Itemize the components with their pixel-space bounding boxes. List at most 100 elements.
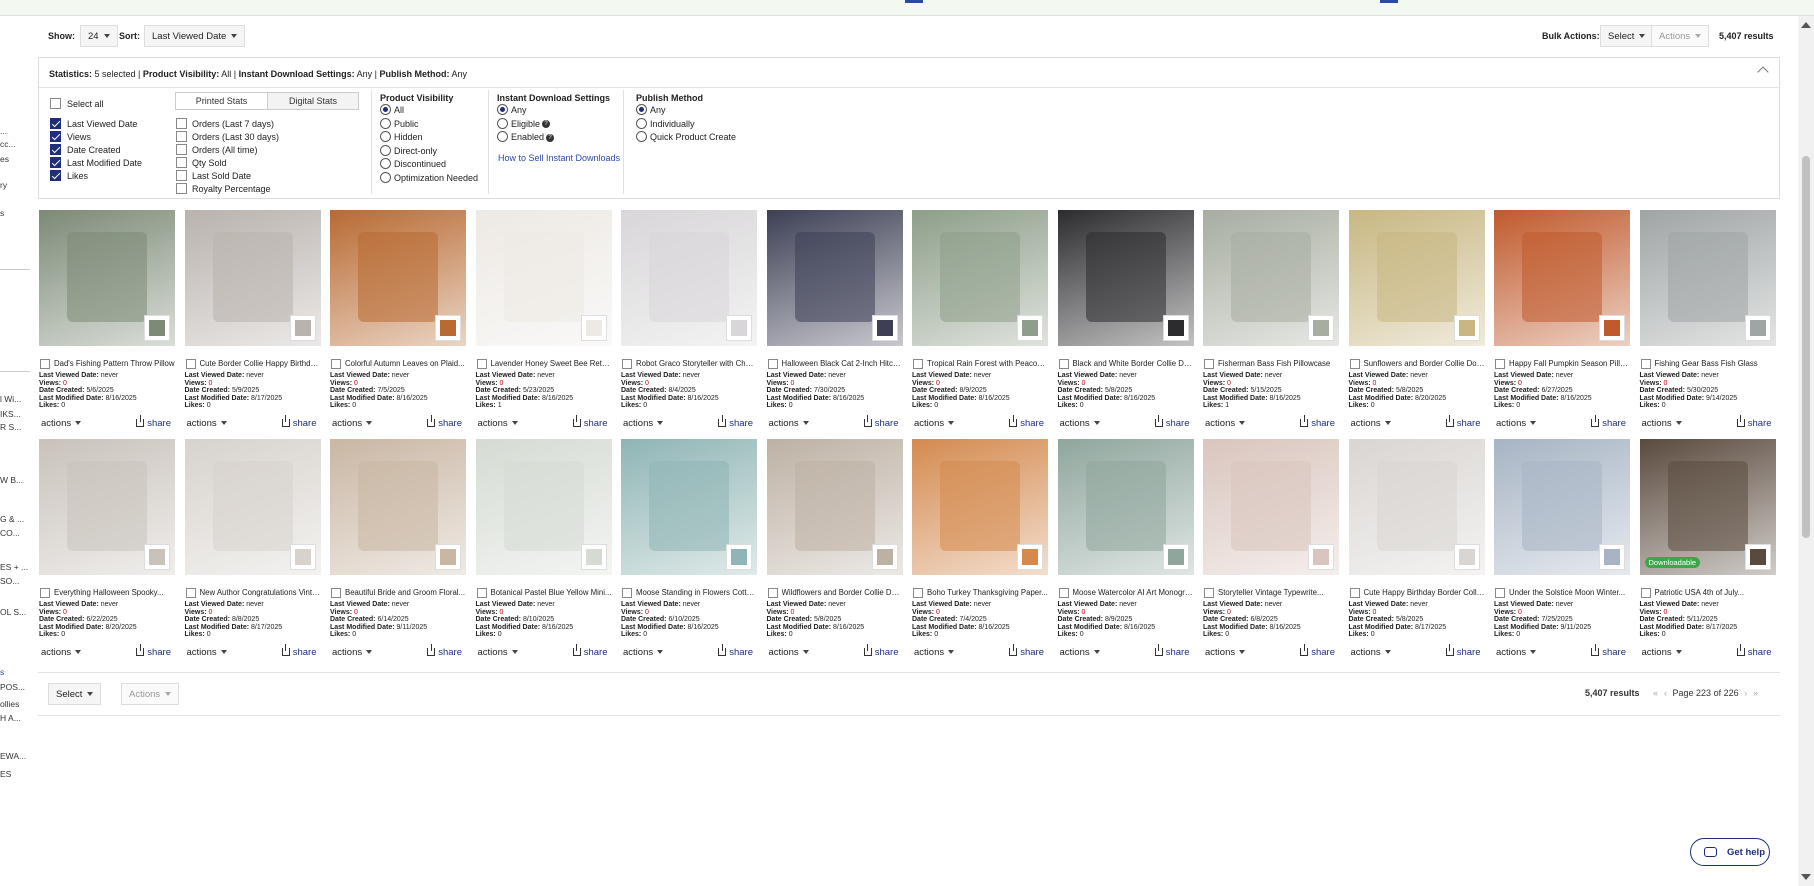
actions-dropdown[interactable]: actions (1496, 418, 1537, 429)
product-title[interactable]: Beautiful Bride and Groom Floral... (345, 588, 466, 597)
last-page-icon[interactable]: » (1753, 688, 1758, 698)
product-checkbox[interactable] (767, 588, 778, 598)
radio-button[interactable] (497, 104, 508, 115)
scrollbar-thumb[interactable] (1802, 156, 1810, 538)
sidebar-item[interactable]: SO... (0, 576, 19, 586)
sidebar-item[interactable]: ES (0, 769, 11, 779)
radio-button[interactable] (636, 117, 647, 129)
tab-digital-stats[interactable]: Digital Stats (268, 93, 358, 109)
product-title[interactable]: Colorful Autumn Leaves on Plaid... (345, 359, 466, 368)
product-checkbox[interactable] (476, 588, 487, 598)
product-image[interactable] (766, 210, 903, 346)
share-button[interactable]: share (281, 415, 317, 429)
product-checkbox[interactable] (622, 588, 632, 598)
product-checkbox[interactable] (40, 359, 50, 369)
bulk-actions-dropdown[interactable]: Actions (1651, 25, 1710, 47)
share-button[interactable]: share (863, 644, 899, 658)
product-title[interactable]: Tropical Rain Forest with Peacocks... (927, 359, 1048, 368)
share-button[interactable]: share (1009, 644, 1044, 658)
product-image[interactable] (1494, 439, 1630, 575)
share-button[interactable]: share (1154, 644, 1190, 658)
product-checkbox[interactable] (40, 588, 50, 598)
share-button[interactable]: share (718, 415, 753, 429)
product-checkbox[interactable] (185, 359, 196, 369)
select-all-checkbox[interactable] (50, 98, 61, 109)
product-title[interactable]: Cute Happy Birthday Border Colle... (1364, 588, 1485, 597)
collapse-chevron-icon[interactable] (1757, 66, 1769, 78)
product-title[interactable]: Patriotic USA 4th of July... (1655, 588, 1776, 597)
stat-checkbox[interactable] (176, 131, 187, 142)
share-button[interactable]: share (1736, 415, 1772, 429)
product-image[interactable] (1348, 439, 1485, 575)
share-button[interactable]: share (427, 644, 462, 658)
footer-actions-dropdown[interactable]: Actions (121, 683, 180, 705)
product-checkbox[interactable] (185, 588, 196, 598)
product-checkbox[interactable] (1058, 588, 1069, 598)
stat-checkbox[interactable] (176, 118, 187, 129)
actions-dropdown[interactable]: actions (1642, 418, 1682, 429)
sidebar-item[interactable]: EWA... (0, 751, 26, 761)
share-button[interactable]: share (863, 415, 899, 429)
product-image[interactable] (1203, 439, 1339, 575)
actions-dropdown[interactable]: actions (1351, 418, 1391, 429)
product-image[interactable] (39, 210, 175, 346)
product-image[interactable] (621, 439, 757, 575)
product-image[interactable] (1203, 210, 1339, 346)
help-icon[interactable]: ? (546, 133, 555, 142)
product-checkbox[interactable] (913, 359, 923, 369)
prev-page-icon[interactable]: ‹ (1664, 688, 1667, 698)
sidebar-item[interactable]: s (0, 208, 4, 218)
actions-dropdown[interactable]: actions (41, 647, 82, 658)
share-button[interactable]: share (281, 644, 317, 658)
stat-checkbox[interactable] (176, 144, 187, 155)
share-button[interactable]: share (572, 644, 608, 658)
product-title[interactable]: Robot Graco Storyteller with Charm... (636, 359, 757, 368)
product-title[interactable]: New Author Congratulations Vinta... (200, 588, 321, 597)
actions-dropdown[interactable]: actions (1060, 647, 1100, 658)
product-checkbox[interactable] (331, 359, 341, 369)
product-checkbox[interactable] (622, 359, 632, 369)
product-checkbox[interactable] (1058, 359, 1069, 369)
sort-dropdown[interactable]: Last Viewed Date (144, 25, 246, 47)
sell-instant-downloads-link[interactable]: How to Sell Instant Downloads (498, 153, 620, 163)
product-title[interactable]: Black and White Border Collie Dog... (1073, 359, 1194, 368)
radio-button[interactable] (636, 131, 647, 142)
radio-button[interactable] (380, 117, 391, 129)
product-image[interactable] (621, 210, 757, 346)
actions-dropdown[interactable]: actions (914, 647, 955, 658)
actions-dropdown[interactable]: actions (332, 647, 373, 658)
share-button[interactable]: share (572, 415, 608, 429)
help-icon[interactable]: ? (542, 120, 551, 129)
product-image[interactable] (184, 439, 321, 575)
radio-button[interactable] (380, 158, 391, 169)
product-image[interactable] (475, 210, 612, 346)
product-checkbox[interactable] (1204, 359, 1214, 369)
sidebar-item[interactable]: s (0, 667, 4, 677)
share-button[interactable]: share (136, 644, 171, 658)
radio-button[interactable] (380, 104, 391, 115)
product-checkbox[interactable] (476, 359, 487, 369)
actions-dropdown[interactable]: actions (623, 647, 664, 658)
product-title[interactable]: Moose Standing in Flowers Cotton... (636, 588, 757, 597)
sidebar-item[interactable]: cc... (0, 139, 16, 149)
radio-button[interactable] (380, 131, 391, 142)
product-image[interactable]: Downloadable (1639, 439, 1776, 575)
sidebar-item[interactable]: es (0, 154, 9, 164)
product-checkbox[interactable] (1204, 588, 1214, 598)
share-button[interactable]: share (1591, 644, 1626, 658)
product-title[interactable]: Fisherman Bass Fish Pillowcase (1218, 359, 1339, 368)
radio-button[interactable] (380, 144, 391, 156)
stat-checkbox[interactable] (176, 157, 187, 168)
show-dropdown[interactable]: 24 (80, 25, 118, 47)
product-image[interactable] (766, 439, 903, 575)
sidebar-item[interactable]: G & ... (0, 514, 24, 524)
product-image[interactable] (912, 439, 1048, 575)
sidebar-item[interactable]: POS... (0, 682, 25, 692)
product-image[interactable] (330, 439, 466, 575)
actions-dropdown[interactable]: actions (914, 418, 955, 429)
actions-dropdown[interactable]: actions (769, 418, 809, 429)
product-checkbox[interactable] (1349, 588, 1360, 598)
page-scrollbar[interactable] (1798, 16, 1814, 886)
product-title[interactable]: Boho Turkey Thanksgiving Paper... (927, 588, 1048, 597)
actions-dropdown[interactable]: actions (332, 418, 373, 429)
